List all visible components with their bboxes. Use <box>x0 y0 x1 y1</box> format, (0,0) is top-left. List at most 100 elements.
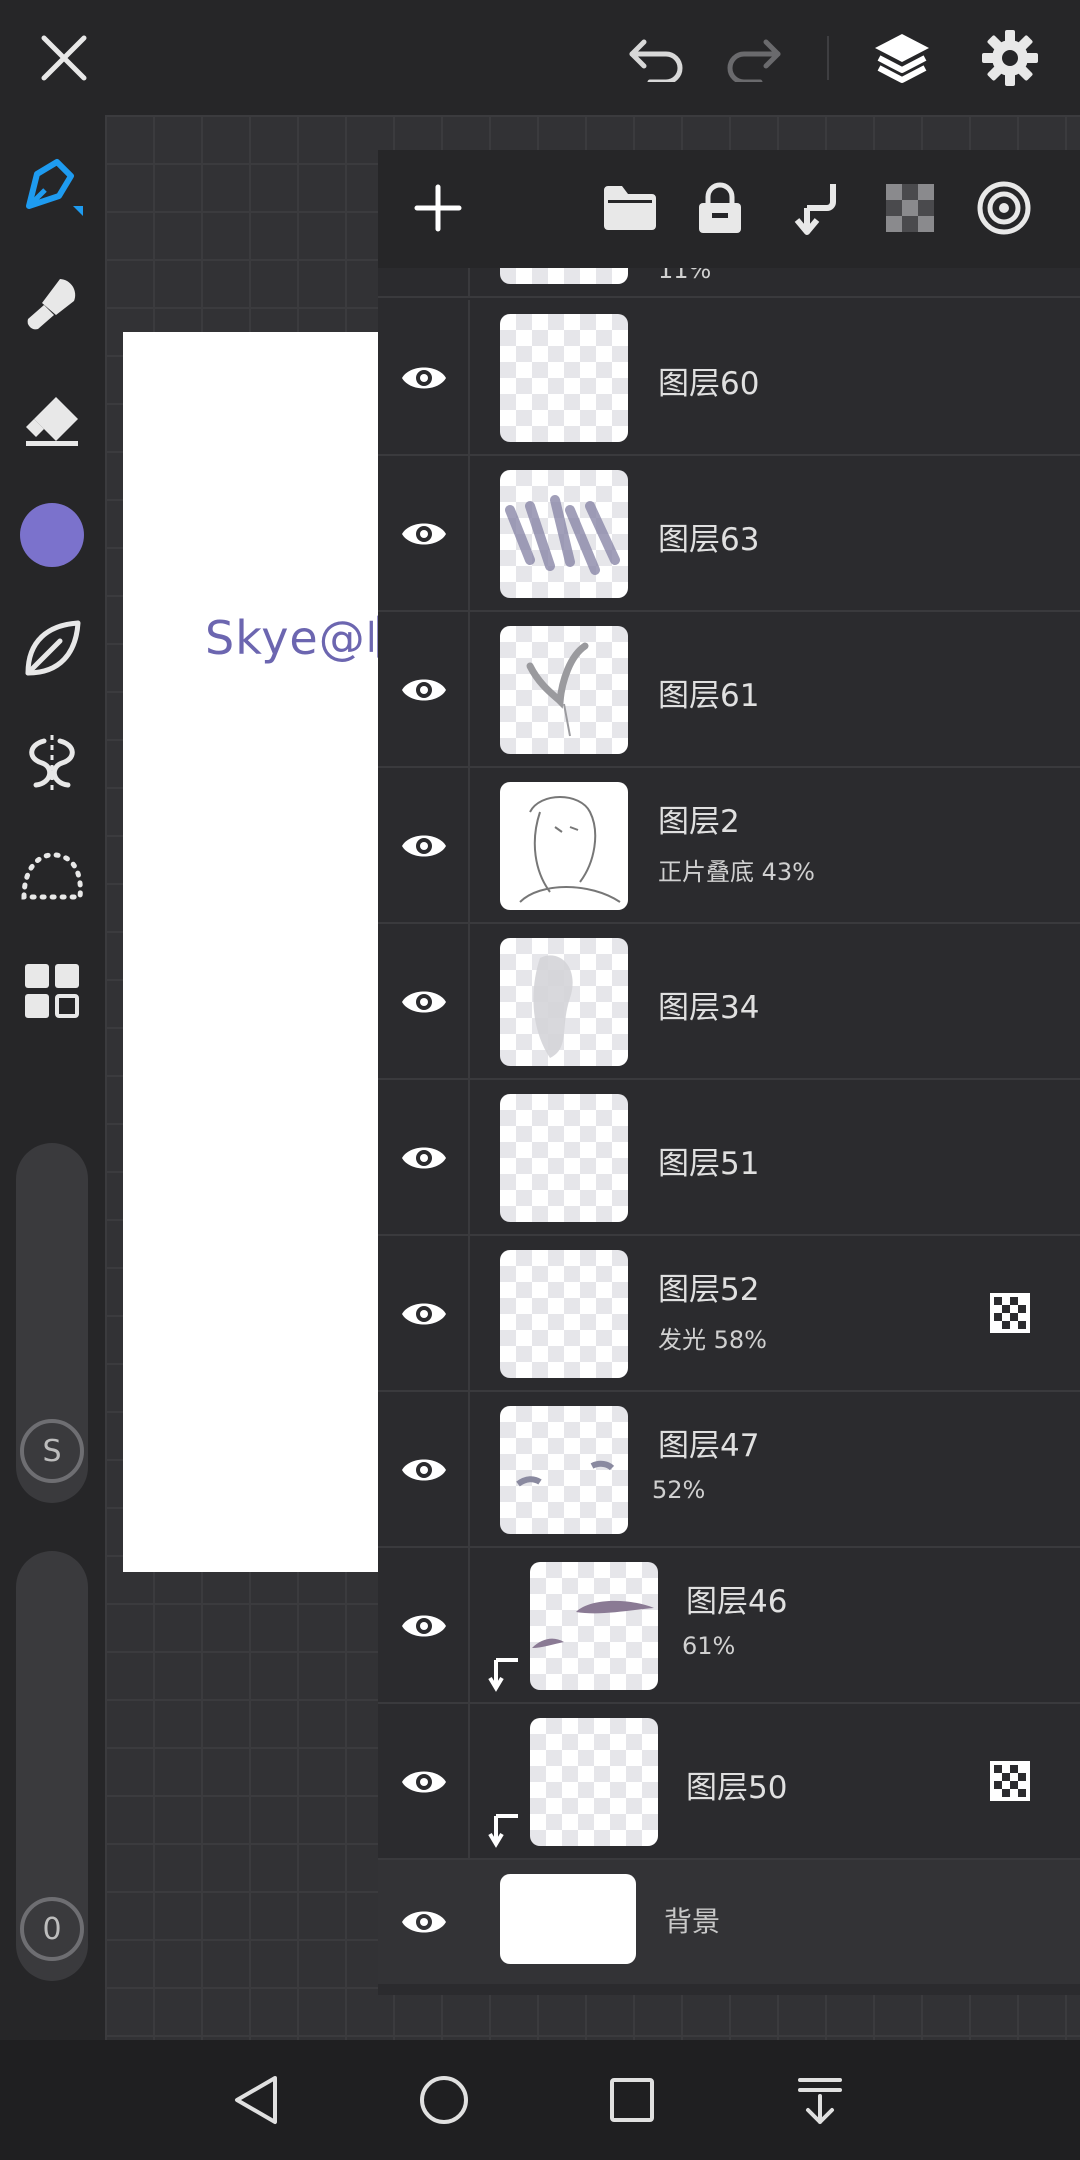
add-layer-icon <box>414 184 462 232</box>
layer-row[interactable]: 图层2 正片叠底 43% <box>378 768 1080 924</box>
layer-name: 图层52 <box>658 1272 760 1308</box>
brush-size-slider[interactable]: S <box>16 1143 88 1503</box>
notification-shade-button[interactable] <box>782 2062 858 2138</box>
layer-visibility-toggle[interactable] <box>394 1128 454 1188</box>
undo-button[interactable] <box>618 20 694 96</box>
layer-name: 图层34 <box>658 990 760 1026</box>
row-divider <box>468 456 470 610</box>
layer-visibility-toggle[interactable] <box>394 1284 454 1344</box>
layer-thumbnail <box>500 268 628 284</box>
layer-row-background[interactable]: 背景 <box>378 1860 1080 1984</box>
layer-visibility-toggle[interactable] <box>394 504 454 564</box>
layer-visibility-toggle[interactable] <box>394 348 454 408</box>
row-divider <box>468 268 470 296</box>
thumbnail-art <box>516 1460 615 1487</box>
home-button[interactable] <box>406 2062 482 2138</box>
layer-opacity: 52% <box>652 1476 706 1504</box>
lasso-tool[interactable] <box>14 839 90 915</box>
lock-icon <box>699 182 741 233</box>
pen-tool[interactable] <box>14 151 90 227</box>
recents-button[interactable] <box>594 2062 670 2138</box>
layer-thumbnail <box>500 314 628 442</box>
alpha-lock-indicator-icon <box>990 1293 1030 1333</box>
layer-list[interactable]: 11% 图层60 图层63 图层61 图层2 正片叠底 43% 图层34 图层5… <box>378 268 1080 1995</box>
layer-thumbnail <box>500 1874 636 1964</box>
layer-visibility-toggle[interactable] <box>394 660 454 720</box>
layer-name: 图层60 <box>658 366 760 402</box>
back-icon <box>235 2076 277 2124</box>
toolbar-divider <box>827 36 829 80</box>
brush-library-button[interactable] <box>14 611 90 687</box>
eraser-tool[interactable] <box>14 383 90 459</box>
alpha-lock-button[interactable] <box>872 170 948 246</box>
layer-row[interactable]: 图层34 <box>378 924 1080 1080</box>
layer-visibility-toggle[interactable] <box>394 1596 454 1656</box>
layer-row[interactable]: 11% <box>378 268 1080 298</box>
layer-row[interactable]: 图层60 <box>378 300 1080 456</box>
layer-row[interactable]: 图层63 <box>378 456 1080 612</box>
alpha-lock-icon <box>886 184 934 232</box>
thumbnail-art <box>533 955 573 1058</box>
layer-row[interactable]: 图层61 <box>378 612 1080 768</box>
layer-name: 图层51 <box>658 1146 760 1182</box>
layer-effects-button[interactable] <box>966 170 1042 246</box>
color-swatch <box>20 503 84 567</box>
brush-size-knob[interactable]: S <box>20 1419 84 1483</box>
layer-visibility-toggle[interactable] <box>394 816 454 876</box>
notification-icon <box>798 2078 842 2124</box>
layer-visibility-toggle[interactable] <box>394 1752 454 1812</box>
layer-name: 图层46 <box>686 1584 788 1620</box>
layer-blend-opacity: 正片叠底 43% <box>658 858 815 886</box>
lock-layer-button[interactable] <box>682 170 758 246</box>
layer-effects-icon <box>977 181 1031 235</box>
thumbnail-art <box>526 642 589 737</box>
alpha-lock-indicator-icon <box>990 1761 1030 1801</box>
color-picker-button[interactable] <box>14 497 90 573</box>
row-divider <box>468 1548 470 1702</box>
merge-down-button[interactable] <box>778 170 854 246</box>
layer-thumbnail <box>500 470 628 598</box>
brush-opacity-knob[interactable]: 0 <box>20 1897 84 1961</box>
layer-visibility-toggle[interactable] <box>394 972 454 1032</box>
folder-icon <box>604 186 656 230</box>
eraser-icon <box>26 397 78 446</box>
left-toolbar: S 0 <box>0 115 105 2040</box>
pen-icon <box>26 159 83 216</box>
layer-name: 图层47 <box>658 1428 760 1464</box>
layer-row[interactable]: 图层46 61% <box>378 1548 1080 1704</box>
layer-visibility-toggle[interactable] <box>394 1892 454 1952</box>
eye-icon <box>402 679 446 701</box>
layer-row[interactable]: 图层47 52% <box>378 1392 1080 1548</box>
eye-icon <box>402 1771 446 1793</box>
brush-opacity-slider[interactable]: 0 <box>16 1551 88 1981</box>
drawing-canvas[interactable]: Skye@临 <box>123 332 383 1572</box>
symmetry-icon <box>29 735 75 791</box>
layer-row[interactable]: 图层51 <box>378 1080 1080 1236</box>
layer-visibility-toggle[interactable] <box>394 1440 454 1500</box>
settings-button[interactable] <box>972 20 1048 96</box>
lasso-icon <box>21 852 83 900</box>
back-button[interactable] <box>218 2062 294 2138</box>
undo-icon <box>629 39 683 82</box>
layer-name: 图层2 <box>658 804 740 840</box>
new-folder-button[interactable] <box>592 170 668 246</box>
leaf-brush-icon <box>25 620 81 676</box>
redo-icon <box>727 39 781 82</box>
more-tools-button[interactable] <box>14 953 90 1029</box>
layers-button[interactable] <box>864 20 940 96</box>
eye-icon <box>402 1615 446 1637</box>
layer-row[interactable]: 图层52 发光 58% <box>378 1236 1080 1392</box>
eye-icon <box>402 367 446 389</box>
layer-panel: 11% 图层60 图层63 图层61 图层2 正片叠底 43% 图层34 图层5… <box>378 150 1080 1995</box>
add-layer-button[interactable] <box>400 170 476 246</box>
symmetry-tool[interactable] <box>14 725 90 801</box>
layer-opacity: 11% <box>658 268 712 284</box>
brush-size-label: S <box>42 1433 62 1469</box>
layer-name: 图层63 <box>658 522 760 558</box>
smudge-tool[interactable] <box>14 265 90 341</box>
layer-row[interactable]: 图层50 <box>378 1704 1080 1860</box>
layer-panel-toolbar <box>378 150 1080 268</box>
redo-button[interactable] <box>716 20 792 96</box>
close-button[interactable] <box>26 20 102 96</box>
layers-icon <box>875 34 929 83</box>
